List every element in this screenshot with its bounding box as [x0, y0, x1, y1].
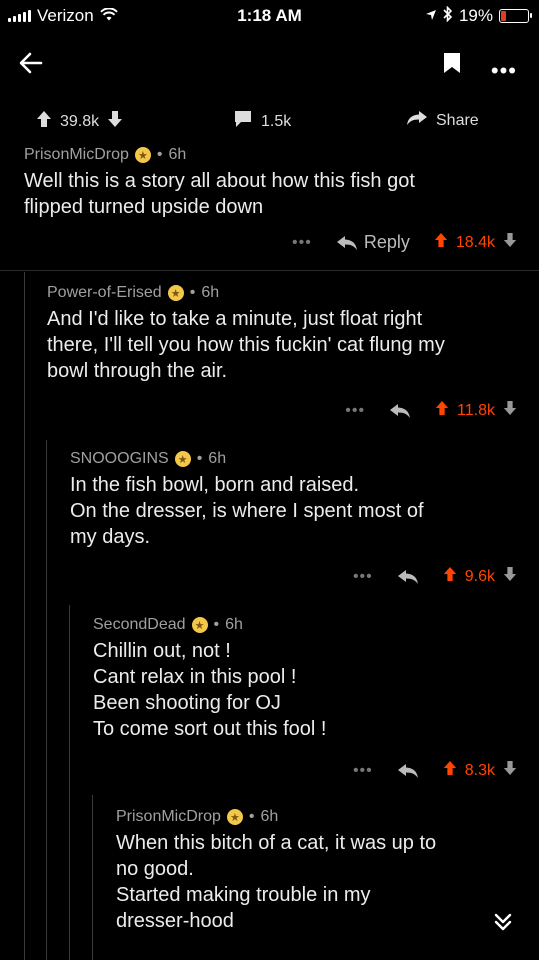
more-options-icon[interactable]: •••	[353, 762, 373, 780]
award-icon	[134, 147, 151, 163]
reply-button[interactable]: Reply	[336, 232, 410, 253]
battery-percent: 19%	[458, 6, 493, 25]
thread-line	[69, 605, 70, 960]
chevron-double-down-icon[interactable]	[493, 912, 513, 937]
share-button[interactable]: Share	[406, 110, 479, 131]
thread-line	[46, 440, 47, 960]
comment-line: Been shooting for OJ	[93, 692, 281, 714]
status-bar: Verizon 1:18 AM 19%	[0, 0, 539, 32]
award-icon	[167, 285, 184, 301]
more-options-icon[interactable]: •••	[345, 402, 365, 420]
arrow-left-icon[interactable]	[14, 46, 48, 80]
comment-body: Chillin out, not ! Cant relax in this po…	[93, 638, 523, 742]
comment-body: When this bitch of a cat, it was up to n…	[116, 830, 516, 934]
reply-label: Reply	[363, 232, 410, 252]
comments-button[interactable]: 1.5k	[233, 110, 291, 133]
comment-line: flipped turned upside down	[24, 196, 264, 218]
bluetooth-icon	[443, 5, 453, 27]
comment-line: Cant relax in this pool !	[93, 666, 297, 688]
reply-icon	[397, 763, 418, 778]
comment-line: Well this is a story all about how this …	[24, 170, 415, 192]
comment-author[interactable]: SNOOOGINS	[70, 450, 169, 468]
comment-age: 6h	[201, 284, 220, 301]
post-actions: 39.8k 1.5k Share	[0, 104, 539, 140]
more-options-icon[interactable]: •••	[292, 234, 312, 252]
more-icon[interactable]: •••	[491, 58, 517, 84]
reply-button[interactable]	[397, 569, 419, 585]
post-score: 39.8k	[60, 112, 100, 130]
comment-line: there, I'll tell you how this fuckin' ca…	[47, 334, 445, 356]
upvote-icon[interactable]	[36, 110, 52, 133]
downvote-icon[interactable]	[503, 400, 517, 421]
comment-line: Chillin out, not !	[93, 640, 231, 662]
carrier: Verizon	[37, 6, 94, 25]
comment-author[interactable]: PrisonMicDrop	[24, 146, 129, 164]
award-icon	[174, 451, 191, 467]
post-vote: 39.8k	[36, 110, 123, 133]
comment-author[interactable]: Power-of-Erised	[47, 284, 162, 302]
upvote-icon[interactable]	[443, 760, 457, 781]
comment-score: 11.8k	[457, 401, 495, 419]
comment-body: Well this is a story all about how this …	[24, 168, 514, 220]
signal-icon	[8, 10, 31, 22]
comment-line: To come sort out this fool !	[93, 718, 327, 740]
bookmark-icon[interactable]	[443, 52, 461, 79]
comment-body: In the fish bowl, born and raised. On th…	[70, 472, 520, 550]
comment-line: Started making trouble in my	[116, 884, 371, 906]
comment-author[interactable]: PrisonMicDrop	[116, 808, 221, 826]
comment-line: bowl through the air.	[47, 360, 228, 382]
comment-age: 6h	[168, 146, 187, 163]
comment-line: In the fish bowl, born and raised.	[70, 474, 360, 496]
comment-age: 6h	[260, 808, 279, 825]
battery-level	[501, 11, 506, 21]
upvote-icon[interactable]	[435, 400, 449, 421]
reply-button[interactable]	[397, 763, 419, 779]
comment-line: dresser-hood	[116, 910, 234, 932]
upvote-icon[interactable]	[434, 232, 448, 253]
comment-body: And I'd like to take a minute, just floa…	[47, 306, 517, 384]
downvote-icon[interactable]	[503, 232, 517, 253]
downvote-icon[interactable]	[107, 110, 123, 133]
award-icon	[191, 617, 208, 633]
battery-icon	[499, 9, 532, 23]
comment-line: And I'd like to take a minute, just floa…	[47, 308, 423, 330]
location-icon	[425, 6, 437, 26]
reply-button[interactable]	[389, 403, 411, 419]
award-icon	[226, 809, 243, 825]
thread-line	[24, 272, 25, 960]
reply-icon	[390, 403, 411, 418]
more-options-icon[interactable]: •••	[353, 568, 373, 586]
comment-icon	[233, 110, 253, 133]
wifi-icon	[99, 6, 118, 26]
downvote-icon[interactable]	[503, 760, 517, 781]
comment-score: 8.3k	[464, 761, 495, 779]
upvote-icon[interactable]	[443, 566, 457, 587]
comment-score: 18.4k	[455, 233, 495, 251]
navbar: •••	[0, 40, 539, 84]
comment-line: When this bitch of a cat, it was up to	[116, 832, 437, 854]
comment-age: 6h	[225, 616, 243, 633]
divider	[0, 270, 539, 271]
comment-author[interactable]: SecondDead	[93, 616, 186, 634]
reply-icon	[397, 569, 418, 584]
reply-icon	[336, 235, 357, 250]
comment-score: 9.6k	[464, 567, 495, 585]
comment-count: 1.5k	[261, 112, 292, 130]
comment-line: no good.	[116, 858, 194, 880]
comment-line: On the dresser, is where I spent most of	[70, 500, 424, 522]
share-icon	[406, 110, 428, 131]
share-label: Share	[436, 111, 479, 129]
thread-line	[92, 795, 93, 960]
comment-line: my days.	[70, 526, 151, 548]
downvote-icon[interactable]	[503, 566, 517, 587]
comment-age: 6h	[208, 450, 227, 467]
